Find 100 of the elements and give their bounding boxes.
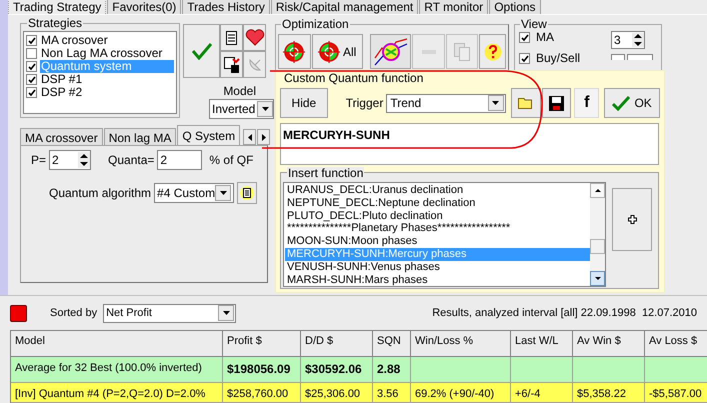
model-label: Model bbox=[223, 84, 256, 98]
document-button[interactable] bbox=[220, 24, 243, 51]
dropdown-arrow-button[interactable] bbox=[257, 101, 273, 117]
checkbox[interactable] bbox=[26, 48, 37, 59]
column-header[interactable]: Model bbox=[11, 331, 223, 357]
strategy-item[interactable]: DSP #1 bbox=[40, 73, 174, 86]
column-header[interactable]: Av Win $ bbox=[573, 331, 645, 357]
edit-algorithm-button[interactable] bbox=[237, 182, 257, 204]
sort-select[interactable]: Net Profit bbox=[103, 304, 236, 322]
quanta-label: Quanta= bbox=[108, 152, 154, 169]
function-item[interactable]: URANUS_DECL:Uranus declination bbox=[285, 184, 590, 197]
tab[interactable]: RT monitor bbox=[419, 0, 488, 14]
folder-icon bbox=[518, 97, 534, 109]
group-title: View bbox=[520, 17, 548, 31]
optimization-button[interactable] bbox=[370, 34, 412, 69]
tab[interactable]: MA crossover bbox=[20, 128, 103, 145]
checkbox[interactable] bbox=[26, 35, 37, 46]
save-document-icon bbox=[224, 56, 240, 72]
select-value: #4 Custom bbox=[157, 185, 216, 202]
caret-icon bbox=[220, 191, 227, 195]
save-document-button[interactable] bbox=[220, 51, 243, 78]
hide-button[interactable]: Hide bbox=[280, 88, 328, 118]
function-item[interactable]: VENUSH-SUNH:Venus phases bbox=[285, 260, 590, 274]
column-header[interactable]: SQN bbox=[373, 331, 411, 357]
function-item[interactable]: ***************Planetary Phases***************** bbox=[285, 222, 590, 236]
group-title: Insert function bbox=[287, 167, 364, 179]
optimization-button[interactable]: All bbox=[312, 34, 363, 69]
dropdown-arrow-button[interactable] bbox=[215, 185, 232, 201]
spinner-arrows-icon bbox=[78, 152, 90, 168]
tab[interactable]: Trades History bbox=[182, 0, 270, 14]
spinner-value: 3 bbox=[614, 32, 622, 49]
table-cell: 3.56 bbox=[373, 383, 411, 403]
caret-icon bbox=[262, 107, 268, 111]
scroll-up-button[interactable] bbox=[590, 183, 605, 198]
checkbox[interactable] bbox=[26, 74, 37, 85]
down-arrow-icon bbox=[594, 277, 600, 280]
scrollbar[interactable] bbox=[590, 183, 605, 286]
view-spinner[interactable]: 3 bbox=[611, 31, 645, 49]
dropdown-arrow-button[interactable] bbox=[218, 305, 234, 321]
view-option-label: MA bbox=[536, 31, 554, 44]
function-item[interactable]: PLUTO_DECL:Pluto declination bbox=[285, 210, 590, 222]
optimization-button[interactable] bbox=[479, 34, 506, 69]
chart-drawing-icon bbox=[374, 38, 408, 66]
tab[interactable]: Options bbox=[489, 0, 541, 14]
column-header[interactable]: D/D $ bbox=[301, 331, 373, 357]
function-item[interactable]: MOON-SUN:Moon phases bbox=[285, 235, 590, 248]
function-item[interactable]: MARSH-SUNH:Mars phases bbox=[285, 274, 590, 286]
expression-field[interactable]: MERCURYH-SUNH bbox=[280, 123, 659, 165]
favorite-button[interactable] bbox=[243, 24, 266, 51]
p-spinner[interactable]: 2 bbox=[49, 150, 92, 170]
checkmark-icon bbox=[520, 54, 528, 62]
strategy-item[interactable]: MA crosover bbox=[40, 34, 174, 47]
column-header[interactable]: Av Loss $ bbox=[645, 331, 707, 357]
checkmark-icon bbox=[520, 34, 528, 42]
quanta-field[interactable]: 2 bbox=[157, 150, 202, 170]
select-value: Trend bbox=[390, 95, 422, 112]
column-header[interactable]: Win/Loss % bbox=[411, 331, 511, 357]
table-cell: -$5,587.00 bbox=[645, 383, 707, 403]
checkbox[interactable] bbox=[519, 53, 530, 64]
color-swatch[interactable] bbox=[611, 54, 625, 60]
model-select[interactable]: Inverted bbox=[209, 99, 274, 119]
table-cell: $258,760.00 bbox=[223, 383, 301, 403]
tab[interactable]: Risk/Capital management bbox=[270, 0, 418, 14]
column-header[interactable]: Profit $ bbox=[223, 331, 301, 357]
open-button[interactable] bbox=[510, 88, 541, 118]
function-button[interactable]: f bbox=[574, 88, 600, 118]
checkbox[interactable] bbox=[26, 61, 37, 72]
tab[interactable]: Q System bbox=[177, 125, 240, 145]
table-cell: $198056.09 bbox=[223, 357, 301, 383]
spinner-value: 2 bbox=[52, 152, 60, 169]
apply-button[interactable] bbox=[183, 24, 220, 78]
dropdown-arrow-button[interactable] bbox=[488, 95, 504, 111]
function-item[interactable]: NEPTUNE_DECL:Neptune declination bbox=[285, 196, 590, 210]
scroll-down-button[interactable] bbox=[590, 271, 605, 286]
sparkle-document-icon bbox=[239, 185, 256, 201]
checkmark-icon bbox=[28, 36, 36, 44]
color-swatch[interactable] bbox=[627, 54, 653, 60]
strategy-item[interactable]: Non Lag MA crossover bbox=[40, 47, 174, 60]
scroll-left-button[interactable] bbox=[243, 129, 256, 145]
caret-icon bbox=[492, 101, 500, 105]
strategy-item[interactable]: DSP #2 bbox=[40, 86, 174, 99]
checkmark-icon bbox=[612, 96, 630, 110]
tab[interactable]: Trading Strategy bbox=[8, 0, 106, 14]
column-header[interactable]: Last W/L bbox=[511, 331, 573, 357]
save-button[interactable] bbox=[542, 88, 572, 118]
scroll-right-button[interactable] bbox=[257, 129, 270, 145]
algorithm-select[interactable]: #4 Custom bbox=[154, 183, 234, 203]
scroll-thumb[interactable] bbox=[590, 239, 605, 254]
right-arrow-icon bbox=[262, 134, 266, 140]
algorithm-label: Quantum algorithm bbox=[49, 185, 152, 202]
table-cell: $25,306.00 bbox=[301, 383, 373, 403]
checkbox[interactable] bbox=[26, 87, 37, 98]
trigger-select[interactable]: Trend bbox=[386, 94, 506, 112]
status-indicator bbox=[10, 304, 27, 322]
results-interval: Results, analyzed interval [all] 22.09.1998 12.07.2010 bbox=[432, 306, 697, 321]
ok-button[interactable]: OK bbox=[604, 88, 660, 118]
tab[interactable]: Favorites(0) bbox=[107, 0, 182, 14]
checkbox[interactable] bbox=[519, 32, 530, 43]
optimization-button[interactable] bbox=[278, 34, 311, 69]
tab[interactable]: Non lag MA bbox=[104, 128, 176, 145]
